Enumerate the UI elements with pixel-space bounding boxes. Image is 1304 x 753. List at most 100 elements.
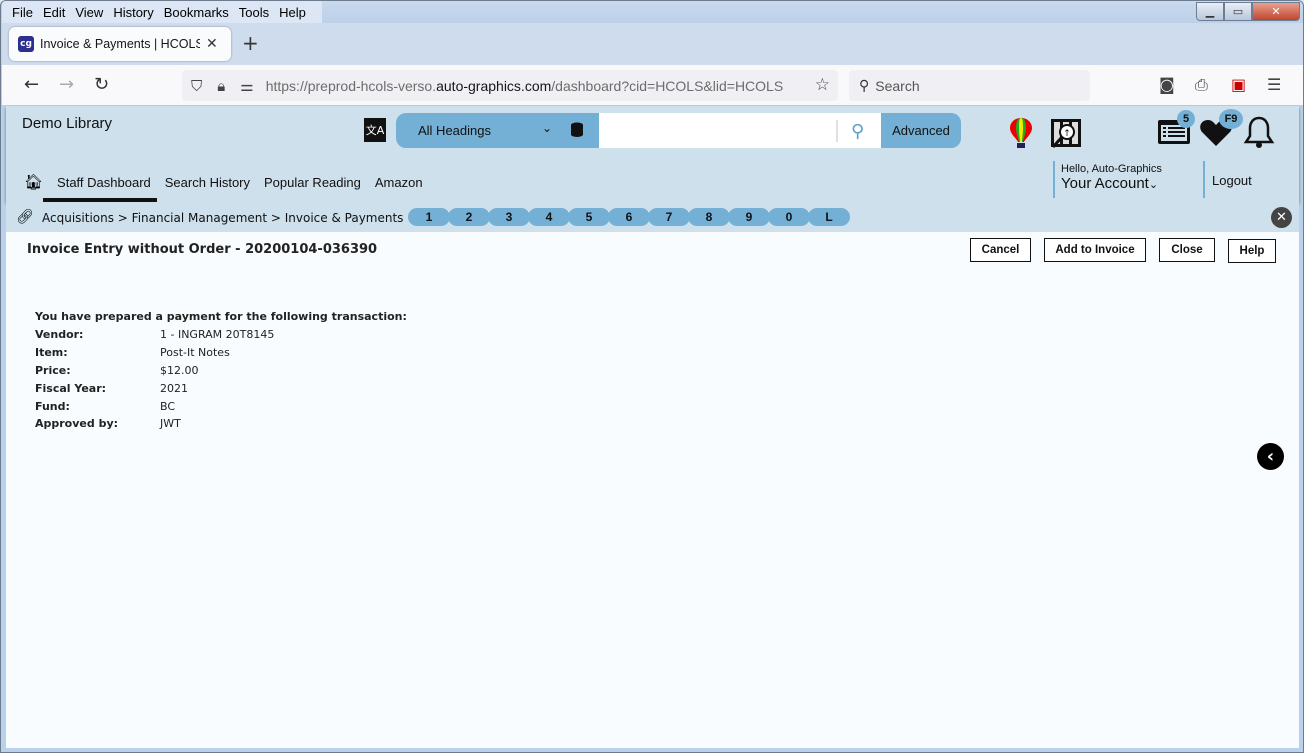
chevron-left-icon[interactable]: ‹: [1257, 443, 1284, 470]
quick-key-l[interactable]: L: [808, 208, 850, 226]
nav-popular-reading[interactable]: Popular Reading: [264, 175, 361, 190]
shield-icon[interactable]: ⛉: [191, 77, 202, 95]
transaction-details: You have prepared a payment for the foll…: [35, 310, 407, 433]
menu-tools[interactable]: Tools: [239, 5, 269, 20]
app-page: Demo Library 文A All Headings ⌄ ⚲ Advance…: [6, 106, 1299, 748]
new-tab-button[interactable]: +: [242, 31, 259, 55]
detail-label: Approved by:: [35, 417, 119, 431]
cancel-button[interactable]: Cancel: [970, 238, 1031, 262]
detail-row-price: Price: $12.00: [35, 362, 407, 380]
quick-keys: 1 2 3 4 5 6 7 8 9 0 L: [408, 208, 850, 226]
quick-key-5[interactable]: 5: [568, 208, 610, 226]
detail-row-item: Item: Post-It Notes: [35, 344, 407, 362]
menu-edit[interactable]: Edit: [43, 5, 65, 20]
account-label[interactable]: Your Account: [1061, 175, 1149, 192]
print-icon[interactable]: ⎙: [1195, 75, 1208, 95]
favorites-badge: F9: [1219, 109, 1243, 129]
url-text[interactable]: https://preprod-hcols-verso.auto-graphic…: [266, 78, 783, 94]
home-icon[interactable]: 🏠︎: [24, 173, 43, 191]
tab-strip: cg Invoice & Payments | HCOLS | h ✕ +: [2, 23, 1303, 65]
search-placeholder: Search: [875, 77, 920, 94]
detail-label: Fund:: [35, 399, 70, 413]
nav-staff-dashboard[interactable]: Staff Dashboard: [57, 175, 151, 190]
detail-label: Price:: [35, 363, 71, 377]
tab-title: Invoice & Payments | HCOLS | h: [40, 37, 200, 51]
menu-bookmarks[interactable]: Bookmarks: [164, 5, 229, 20]
add-to-invoice-button[interactable]: Add to Invoice: [1044, 238, 1146, 262]
quick-key-4[interactable]: 4: [528, 208, 570, 226]
breadcrumb[interactable]: Acquisitions > Financial Management > In…: [42, 211, 403, 225]
svg-text:↑: ↑: [1063, 129, 1071, 139]
quick-key-9[interactable]: 9: [728, 208, 770, 226]
menu-file[interactable]: File: [12, 5, 33, 20]
close-tab-icon[interactable]: ✕: [206, 36, 218, 52]
nav-search-history[interactable]: Search History: [165, 175, 250, 190]
quick-key-2[interactable]: 2: [448, 208, 490, 226]
detail-label: Fiscal Year:: [35, 381, 107, 395]
bookmark-star-icon[interactable]: ☆: [815, 75, 830, 95]
database-icon[interactable]: [570, 122, 584, 138]
detail-value: Post-It Notes: [160, 346, 230, 360]
chevron-down-icon[interactable]: ⌄: [542, 121, 552, 135]
permissions-icon[interactable]: ⚌: [240, 77, 253, 95]
chevron-down-icon[interactable]: ⌄: [1149, 179, 1158, 191]
forward-button[interactable]: →: [59, 74, 74, 95]
quick-key-8[interactable]: 8: [688, 208, 730, 226]
url-bar[interactable]: ⛉ 🔒︎ ⚌ https://preprod-hcols-verso.auto-…: [182, 70, 838, 101]
digital-collection-icon[interactable]: ↑: [1049, 117, 1083, 150]
detail-row-fiscal-year: Fiscal Year: 2021: [35, 379, 407, 397]
menu-view[interactable]: View: [75, 5, 103, 20]
list-count-badge: 5: [1177, 110, 1195, 128]
detail-value: BC: [160, 399, 176, 413]
pocket-icon[interactable]: ◙: [1159, 75, 1175, 94]
notification-bell-icon[interactable]: [1243, 115, 1275, 149]
browser-window: File Edit View History Bookmarks Tools H…: [0, 0, 1304, 753]
navigation-toolbar: ← → ↻ ⛉ 🔒︎ ⚌ https://preprod-hcols-verso…: [2, 65, 1303, 106]
browser-search-bar[interactable]: ⚲ Search: [849, 70, 1090, 101]
detail-row-fund: Fund: BC: [35, 397, 407, 415]
detail-row-approved-by: Approved by: JWT: [35, 415, 407, 433]
link-icon: 🔗︎: [16, 209, 34, 225]
app-header: Demo Library 文A All Headings ⌄ ⚲ Advance…: [6, 106, 1299, 202]
advanced-search-button[interactable]: Advanced: [881, 113, 961, 148]
breadcrumb-bar: 🔗︎ Acquisitions > Financial Management >…: [6, 202, 1299, 232]
logout-link[interactable]: Logout: [1203, 161, 1252, 198]
detail-value: JWT: [160, 417, 181, 431]
main-nav: 🏠︎ Staff Dashboard Search History Popula…: [24, 173, 437, 191]
detail-value: $12.00: [160, 363, 199, 377]
detail-label: Item:: [35, 346, 68, 360]
translate-icon[interactable]: 文A: [364, 118, 386, 142]
menu-history[interactable]: History: [113, 5, 153, 20]
quick-key-3[interactable]: 3: [488, 208, 530, 226]
close-button[interactable]: Close: [1159, 238, 1215, 262]
extension-icon[interactable]: ▣: [1231, 75, 1246, 94]
favicon-icon: cg: [18, 36, 34, 52]
quick-key-0[interactable]: 0: [768, 208, 810, 226]
minimize-button[interactable]: ▁: [1196, 2, 1224, 21]
quick-key-7[interactable]: 7: [648, 208, 690, 226]
tab-invoice-payments[interactable]: cg Invoice & Payments | HCOLS | h ✕: [9, 27, 231, 61]
app-menu-icon[interactable]: ☰: [1267, 75, 1281, 94]
reload-button[interactable]: ↻: [94, 74, 109, 95]
detail-value: 2021: [160, 381, 188, 395]
menu-bar: File Edit View History Bookmarks Tools H…: [2, 1, 1303, 23]
back-button[interactable]: ←: [24, 74, 39, 95]
hot-air-balloon-icon[interactable]: [1009, 117, 1033, 149]
detail-row-vendor: Vendor: 1 - INGRAM 20T8145: [35, 326, 407, 344]
menu-help[interactable]: Help: [279, 5, 306, 20]
quick-key-6[interactable]: 6: [608, 208, 650, 226]
divider: [836, 120, 838, 142]
catalog-search-input[interactable]: [599, 113, 881, 148]
close-circle-icon[interactable]: ✕: [1271, 207, 1292, 228]
window-close-button[interactable]: ✕: [1252, 2, 1300, 21]
nav-amazon[interactable]: Amazon: [375, 175, 423, 190]
account-menu[interactable]: Hello, Auto-Graphics Your Account⌄: [1053, 161, 1162, 198]
search-scope-select[interactable]: All Headings: [418, 123, 491, 138]
search-submit-icon[interactable]: ⚲: [851, 121, 864, 142]
quick-key-1[interactable]: 1: [408, 208, 450, 226]
help-button[interactable]: Help: [1228, 239, 1276, 263]
detail-label: Vendor:: [35, 328, 84, 342]
account-greeting: Hello, Auto-Graphics: [1061, 163, 1162, 175]
maximize-button[interactable]: ▭: [1224, 2, 1252, 21]
lock-icon[interactable]: 🔒︎: [217, 77, 225, 95]
